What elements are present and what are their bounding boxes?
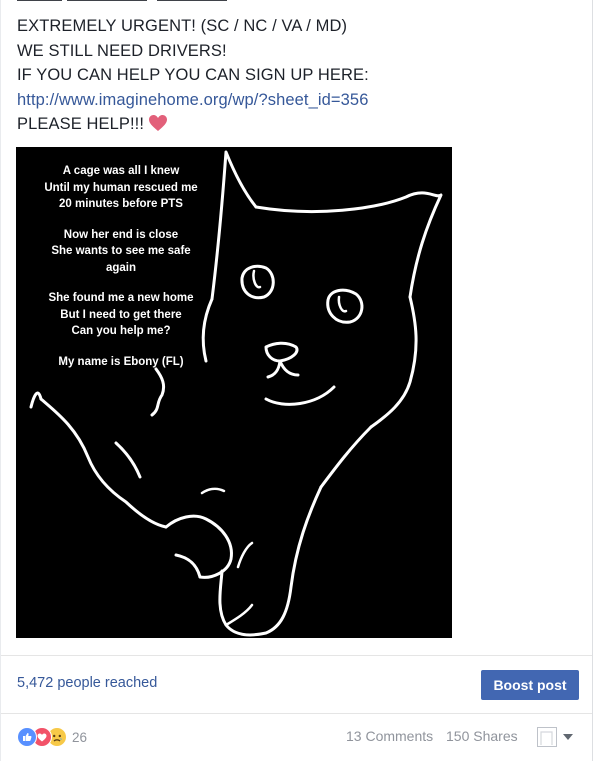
- post-closing: PLEASE HELP!!!: [17, 115, 145, 133]
- comments-count-link[interactable]: 13 Comments: [346, 728, 433, 744]
- post-as-selector[interactable]: [537, 724, 579, 750]
- chevron-down-icon: [563, 734, 573, 740]
- post-line-2: WE STILL NEED DRIVERS!: [17, 41, 227, 60]
- like-icon: [17, 727, 37, 747]
- post-photo[interactable]: A cage was all I knew Until my human res…: [16, 147, 452, 638]
- caption-line: again: [105, 261, 137, 274]
- shares-count-link[interactable]: 150 Shares: [446, 728, 518, 744]
- caption-line: Can you help me?: [71, 325, 171, 337]
- post-message: EXTREMELY URGENT! (SC / NC / VA / MD) WE…: [17, 14, 369, 140]
- people-reached-link[interactable]: 5,472 people reached: [17, 675, 157, 691]
- signup-link[interactable]: http://www.imaginehome.org/wp/?sheet_id=…: [17, 91, 368, 109]
- caption-line: Now her end is close: [63, 228, 179, 241]
- divider: [1, 655, 592, 656]
- caption-line: Until my human rescued me: [44, 181, 198, 194]
- caption-line: My name is Ebony (FL): [58, 355, 184, 368]
- caption-line: She found me a new home: [48, 292, 194, 304]
- photo-caption-text: A cage was all I knew Until my human res…: [26, 163, 216, 370]
- truncated-previous-text: [17, 0, 267, 4]
- caption-line: She wants to see me safe: [51, 245, 191, 257]
- post-line-3: IF YOU CAN HELP YOU CAN SIGN UP HERE:: [17, 66, 369, 84]
- page-avatar: [537, 727, 557, 747]
- reaction-count: 26: [72, 729, 88, 745]
- reactions-summary[interactable]: 26: [17, 727, 87, 747]
- caption-line: A cage was all I knew: [62, 165, 180, 177]
- post-card: EXTREMELY URGENT! (SC / NC / VA / MD) WE…: [0, 0, 593, 761]
- caption-line: But I need to get there: [60, 308, 182, 321]
- boost-post-button[interactable]: Boost post: [481, 670, 579, 700]
- post-line-1: EXTREMELY URGENT! (SC / NC / VA / MD): [17, 17, 348, 35]
- divider: [1, 713, 592, 714]
- caption-line: 20 minutes before PTS: [59, 198, 183, 210]
- heart-emoji-icon: [148, 114, 168, 140]
